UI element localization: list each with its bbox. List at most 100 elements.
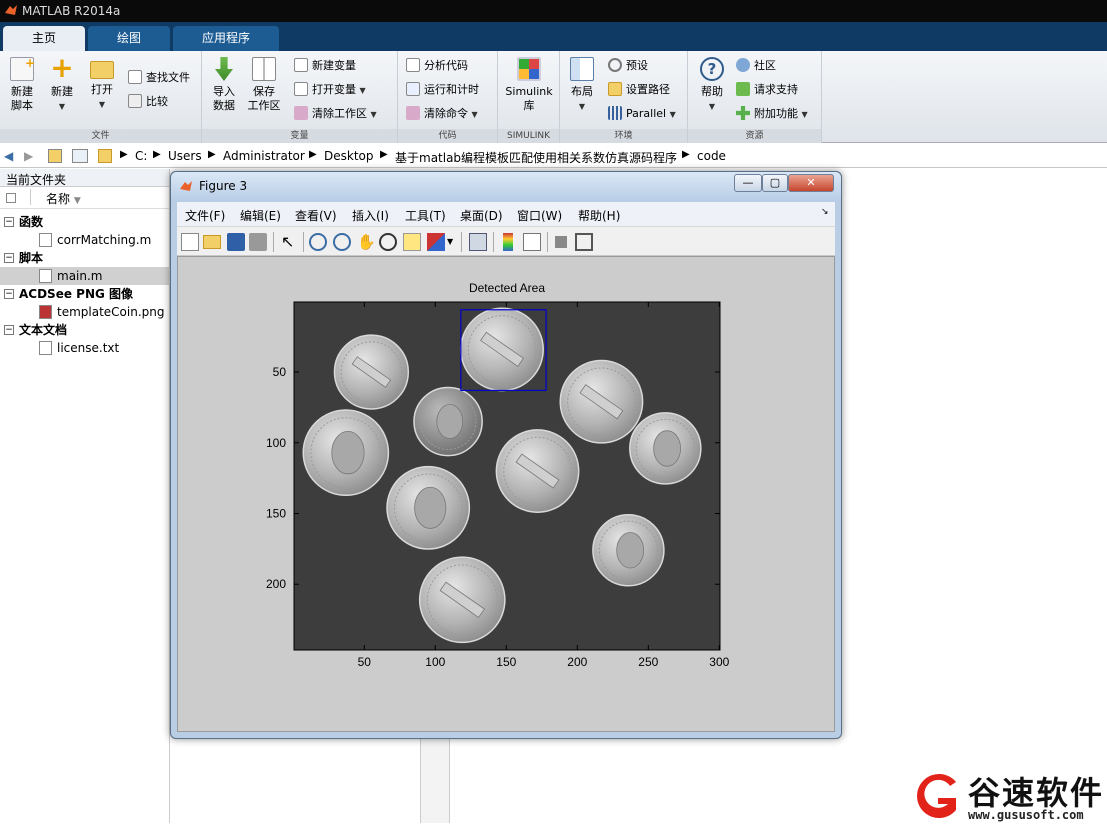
menu-edit[interactable]: 编辑(E) bbox=[240, 207, 281, 224]
zoom-in-icon[interactable] bbox=[309, 233, 327, 251]
pan-hand-icon[interactable]: ✋ bbox=[357, 233, 376, 251]
save-workspace-button[interactable]: 保存 工作区 bbox=[246, 57, 282, 113]
select-all-checkbox[interactable] bbox=[6, 193, 16, 203]
simulink-library-button[interactable]: Simulink 库 bbox=[504, 57, 554, 113]
name-column-header[interactable]: 名称 ▼ bbox=[0, 187, 169, 209]
close-button[interactable]: ✕ bbox=[788, 174, 834, 192]
request-support-button[interactable]: 请求支持 bbox=[736, 80, 798, 100]
file-name: corrMatching.m bbox=[57, 233, 152, 247]
collapse-icon[interactable]: − bbox=[4, 253, 14, 263]
back-arrow-icon[interactable]: ◀ bbox=[4, 149, 13, 163]
menu-view[interactable]: 查看(V) bbox=[295, 207, 337, 224]
menu-window[interactable]: 窗口(W) bbox=[517, 207, 562, 224]
open-file-icon[interactable] bbox=[203, 235, 221, 249]
m-function-file-icon bbox=[39, 233, 52, 247]
help-button[interactable]: ? 帮助 ▼ bbox=[694, 57, 730, 114]
list-item[interactable]: license.txt bbox=[0, 339, 170, 357]
rotate-3d-icon[interactable] bbox=[379, 233, 397, 251]
list-item[interactable]: main.m bbox=[0, 267, 170, 285]
figure-title-bar[interactable]: Figure 3 — ▢ ✕ bbox=[171, 172, 841, 201]
run-and-time-button[interactable]: 运行和计时 bbox=[406, 80, 479, 100]
open-variable-button[interactable]: 打开变量 ▼ bbox=[294, 80, 366, 100]
name-column-label: 名称 bbox=[46, 192, 71, 206]
figure-menu-bar: 文件(F) 编辑(E) 查看(V) 插入(I) 工具(T) 桌面(D) 窗口(W… bbox=[177, 202, 835, 226]
find-files-button[interactable]: 查找文件 bbox=[128, 68, 190, 88]
list-item[interactable]: templateCoin.png bbox=[0, 303, 170, 321]
collapse-icon[interactable]: − bbox=[4, 325, 14, 335]
run-and-time-icon bbox=[406, 82, 420, 96]
show-plot-tools-icon[interactable] bbox=[575, 233, 593, 251]
browse-folder-icon[interactable] bbox=[72, 149, 88, 163]
forward-arrow-icon[interactable]: ▶ bbox=[24, 149, 33, 163]
path-segment-code[interactable]: code bbox=[697, 149, 726, 163]
compare-icon bbox=[128, 94, 142, 108]
clear-workspace-button[interactable]: 清除工作区 ▼ bbox=[294, 104, 377, 124]
menu-desktop[interactable]: 桌面(D) bbox=[460, 207, 503, 224]
open-button[interactable]: 打开 ▼ bbox=[84, 57, 120, 112]
plus-icon: + bbox=[50, 51, 74, 84]
colorbar-icon[interactable] bbox=[503, 233, 513, 251]
import-data-button[interactable]: 导入 数据 bbox=[206, 57, 242, 113]
link-plot-icon[interactable] bbox=[469, 233, 487, 251]
set-path-button[interactable]: 设置路径 bbox=[608, 80, 670, 100]
section-scripts[interactable]: − 脚本 bbox=[0, 249, 170, 267]
hide-plot-tools-icon[interactable] bbox=[555, 236, 567, 248]
path-segment-desktop[interactable]: Desktop bbox=[324, 149, 374, 163]
y-tick-label: 100 bbox=[266, 436, 286, 450]
maximize-button[interactable]: ▢ bbox=[762, 174, 788, 192]
path-segment-project[interactable]: 基于matlab编程模板匹配使用相关系数仿真源码程序 bbox=[395, 149, 677, 166]
request-support-label: 请求支持 bbox=[754, 83, 798, 96]
brush-icon[interactable] bbox=[427, 233, 445, 251]
new-script-button[interactable]: + 新建 脚本 bbox=[4, 56, 40, 113]
new-variable-button[interactable]: 新建变量 bbox=[294, 56, 356, 76]
new-button[interactable]: + 新建 ▼ bbox=[44, 51, 80, 114]
zoom-out-icon[interactable] bbox=[333, 233, 351, 251]
section-png-images[interactable]: − ACDSee PNG 图像 bbox=[0, 285, 170, 303]
section-text-documents[interactable]: − 文本文档 bbox=[0, 321, 170, 339]
path-segment-drive[interactable]: C: bbox=[135, 149, 147, 163]
preferences-button[interactable]: 预设 bbox=[608, 56, 648, 76]
matlab-logo-icon bbox=[5, 5, 17, 15]
tab-home[interactable]: 主页 bbox=[3, 26, 85, 51]
menu-insert[interactable]: 插入(I) bbox=[352, 207, 389, 224]
path-segment-users[interactable]: Users bbox=[168, 149, 202, 163]
brand-url: www.gususoft.com bbox=[968, 808, 1084, 822]
up-folder-icon[interactable] bbox=[48, 149, 62, 163]
section-functions[interactable]: − 函数 bbox=[0, 213, 170, 231]
sort-desc-icon: ▼ bbox=[73, 196, 81, 206]
list-item[interactable]: corrMatching.m bbox=[0, 231, 170, 249]
community-button[interactable]: 社区 bbox=[736, 56, 776, 76]
add-ons-button[interactable]: 附加功能 ▼ bbox=[736, 104, 808, 124]
dock-arrow-icon[interactable]: ↘ bbox=[821, 207, 829, 217]
save-icon[interactable] bbox=[227, 233, 245, 251]
data-cursor-icon[interactable] bbox=[403, 233, 421, 251]
axes-chart[interactable]: 50 100 150 200 250 300 50 100 150 200 Detected Are… bbox=[178, 257, 834, 731]
menu-file[interactable]: 文件(F) bbox=[185, 207, 225, 224]
coin-portrait bbox=[616, 532, 645, 569]
figure-window: Figure 3 — ▢ ✕ 文件(F) 编辑(E) 查看(V) 插入(I) 工… bbox=[170, 171, 842, 739]
path-segment-administrator[interactable]: Administrator bbox=[223, 149, 305, 163]
collapse-icon[interactable]: − bbox=[4, 289, 14, 299]
compare-button[interactable]: 比较 bbox=[128, 92, 168, 112]
print-icon[interactable] bbox=[249, 233, 267, 251]
pointer-icon[interactable]: ↖ bbox=[281, 233, 299, 251]
menu-tools[interactable]: 工具(T) bbox=[405, 207, 446, 224]
new-variable-label: 新建变量 bbox=[312, 59, 356, 72]
parallel-button[interactable]: Parallel ▼ bbox=[608, 104, 676, 124]
path-separator-icon: ▶ bbox=[153, 149, 161, 160]
brush-dropdown-icon[interactable]: ▼ bbox=[447, 233, 465, 251]
layout-button[interactable]: 布局 ▼ bbox=[564, 57, 600, 114]
tab-apps[interactable]: 应用程序 bbox=[173, 26, 279, 51]
find-files-label: 查找文件 bbox=[146, 71, 190, 84]
coin-portrait bbox=[414, 486, 447, 529]
collapse-icon[interactable]: − bbox=[4, 217, 14, 227]
analyze-code-button[interactable]: 分析代码 bbox=[406, 56, 468, 76]
tab-plots[interactable]: 绘图 bbox=[88, 26, 170, 51]
legend-icon[interactable] bbox=[523, 233, 541, 251]
minimize-button[interactable]: — bbox=[734, 174, 762, 192]
simulink-icon bbox=[517, 57, 541, 81]
clear-commands-button[interactable]: 清除命令 ▼ bbox=[406, 104, 478, 124]
panel-divider[interactable] bbox=[420, 735, 450, 823]
menu-help[interactable]: 帮助(H) bbox=[578, 207, 620, 224]
new-figure-icon[interactable] bbox=[181, 233, 199, 251]
